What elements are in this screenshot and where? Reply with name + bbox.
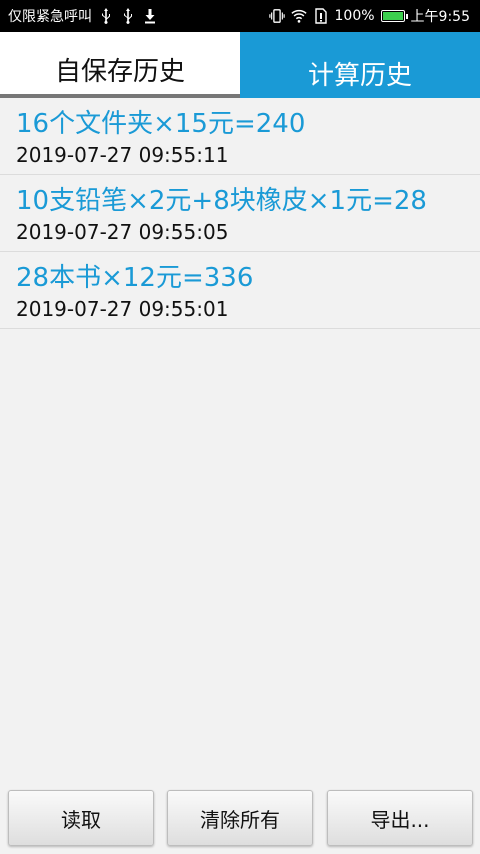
history-expression: 28本书×12元=336	[16, 263, 254, 293]
history-expression: 16个文件夹×15元=240	[16, 109, 306, 139]
list-item[interactable]: 10支铅笔×2元+8块橡皮×1元=28 2019-07-27 09:55:05	[0, 175, 480, 252]
tab-saved-history-label: 自保存历史	[54, 57, 185, 87]
history-timestamp: 2019-07-27 09:55:01	[16, 297, 229, 321]
export-button[interactable]: 导出...	[327, 790, 473, 846]
list-item[interactable]: 28本书×12元=336 2019-07-27 09:55:01	[0, 252, 480, 329]
history-list: 16个文件夹×15元=240 2019-07-27 09:55:11 10支铅笔…	[0, 98, 480, 329]
history-timestamp: 2019-07-27 09:55:11	[16, 143, 229, 167]
emergency-calls-only-text: 仅限紧急呼叫	[8, 9, 92, 25]
vibrate-icon	[268, 7, 285, 25]
list-item[interactable]: 16个文件夹×15元=240 2019-07-27 09:55:11	[0, 98, 480, 175]
tab-calculation-history-label: 计算历史	[307, 61, 412, 91]
download-icon	[142, 7, 158, 25]
battery-icon	[380, 10, 408, 22]
clear-all-button[interactable]: 清除所有	[167, 790, 313, 846]
history-timestamp: 2019-07-27 09:55:05	[16, 220, 229, 244]
status-bar-left: 仅限紧急呼叫	[8, 0, 158, 32]
tab-saved-history[interactable]: 自保存历史	[0, 32, 240, 98]
battery-percent: 100%	[334, 8, 375, 24]
clock: 上午9:55	[410, 9, 470, 25]
wifi-icon	[290, 7, 307, 25]
bottom-button-bar: 读取 清除所有 导出...	[0, 790, 480, 848]
read-button[interactable]: 读取	[8, 790, 154, 846]
history-tabs: 自保存历史 计算历史	[0, 32, 480, 98]
status-bar: 仅限紧急呼叫 100% 上午9:55	[0, 0, 480, 32]
usb-icon	[98, 7, 114, 25]
status-bar-right: 100% 上午9:55	[268, 0, 470, 32]
sim-icon	[313, 7, 329, 25]
history-expression: 10支铅笔×2元+8块橡皮×1元=28	[16, 186, 427, 216]
tab-calculation-history[interactable]: 计算历史	[240, 32, 480, 98]
usb-icon	[120, 7, 136, 25]
